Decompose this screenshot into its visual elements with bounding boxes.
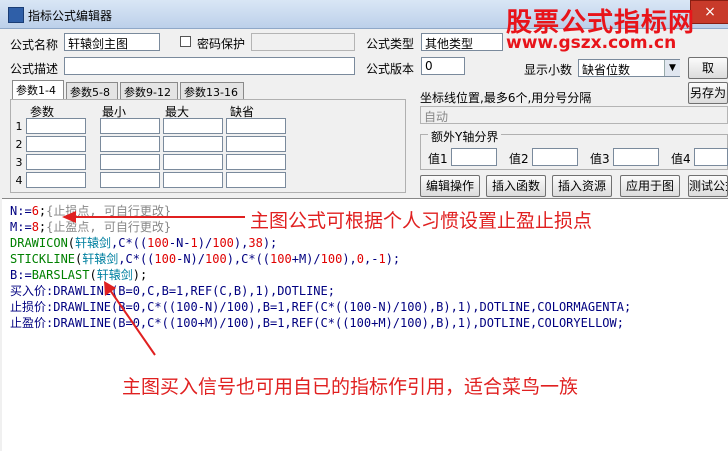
annotation-bottom: 主图买入信号也可用自已的指标作引用，适合菜鸟一族 bbox=[122, 376, 579, 398]
annotation-top: 主图公式可根据个人习惯设置止盈止损点 bbox=[250, 210, 593, 232]
